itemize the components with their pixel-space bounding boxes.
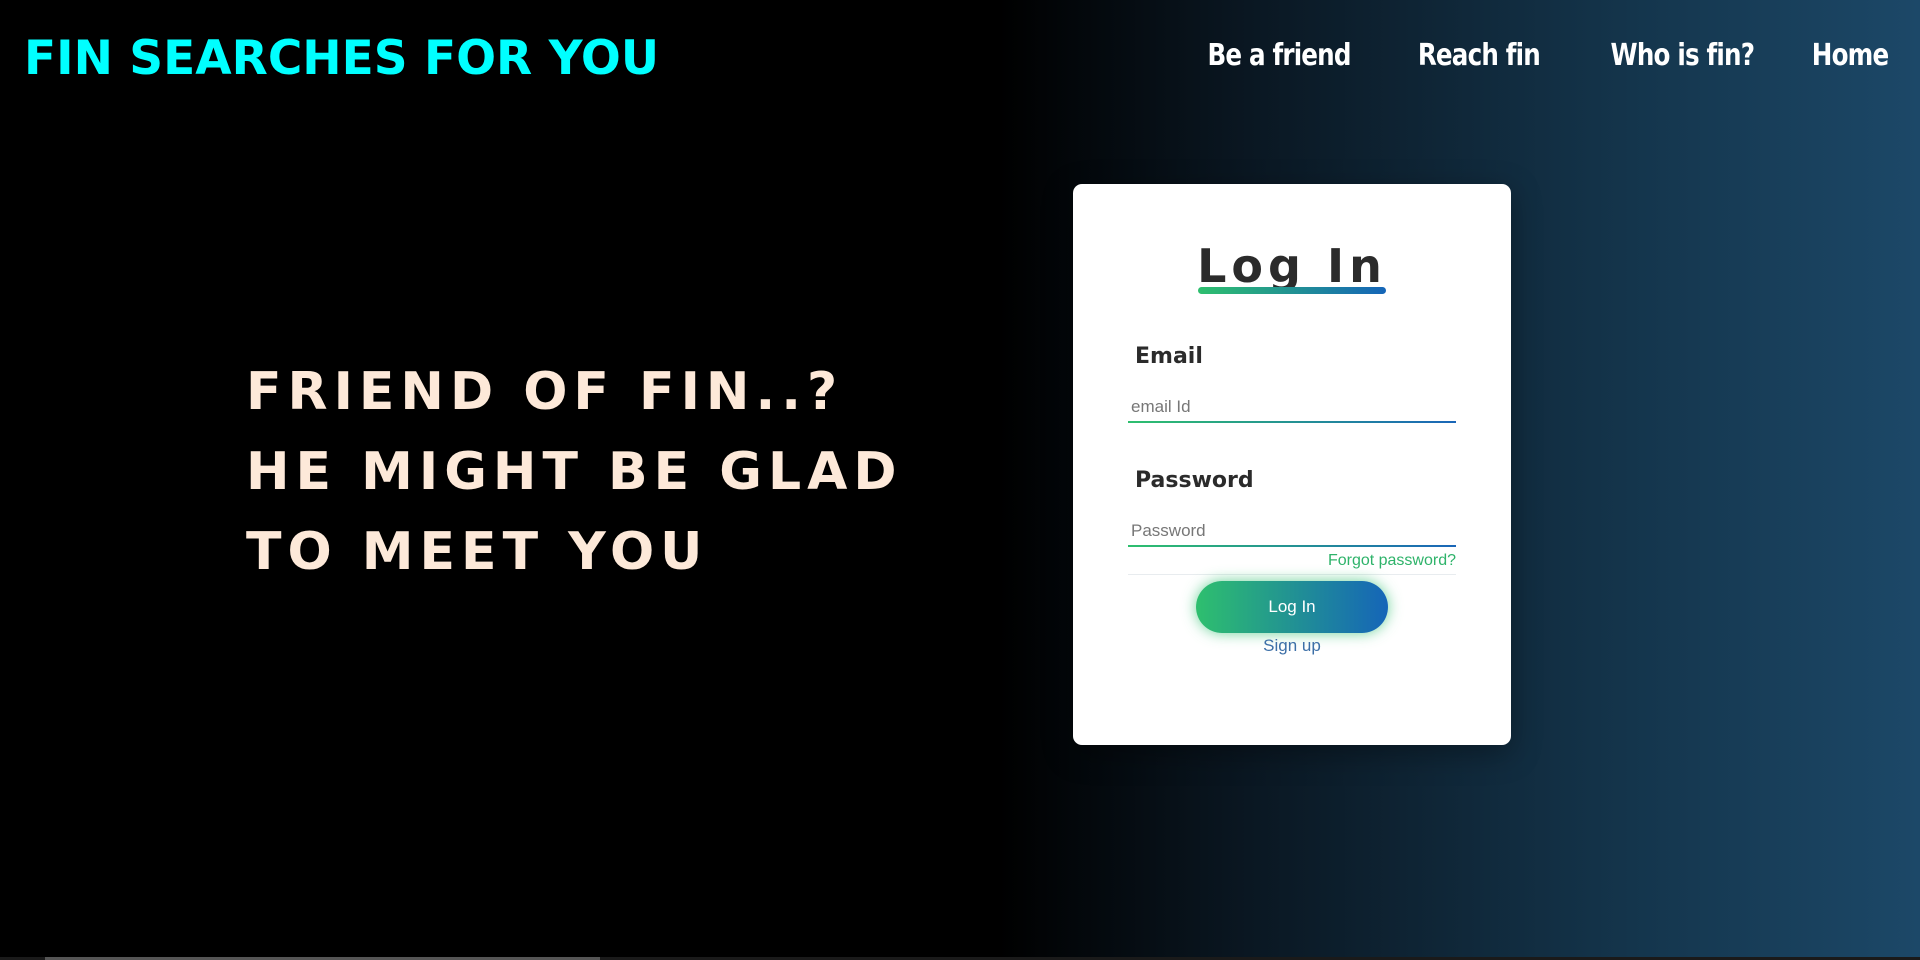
site-title: FIN SEARCHES FOR YOU [24, 31, 660, 86]
login-button[interactable]: Log In [1196, 581, 1388, 633]
signup-link[interactable]: Sign up [1073, 634, 1511, 658]
title-underline [1198, 287, 1386, 294]
hero-line-2: HE MIGHT BE GLAD [246, 442, 903, 502]
password-underline [1128, 545, 1456, 547]
top-nav: Be a friend Reach fin Who is fin? Home [1176, 32, 1889, 80]
email-label: Email [1135, 344, 1203, 369]
hero-line-1: FRIEND OF FIN..? [246, 362, 844, 422]
hero-line-3: TO MEET YOU [246, 522, 709, 582]
password-label: Password [1135, 468, 1254, 493]
password-input[interactable] [1128, 516, 1456, 546]
nav-link-who-is-fin[interactable]: Who is fin? [1611, 32, 1755, 80]
login-card: Log In Email Password Forgot password? L… [1073, 184, 1511, 745]
divider [1128, 574, 1456, 575]
nav-link-reach-fin[interactable]: Reach fin [1417, 32, 1540, 80]
nav-link-be-a-friend[interactable]: Be a friend [1207, 32, 1351, 80]
forgot-password-link[interactable]: Forgot password? [1328, 551, 1456, 571]
email-input[interactable] [1128, 392, 1456, 422]
hero-heading: FRIEND OF FIN..? HE MIGHT BE GLAD TO MEE… [246, 352, 903, 592]
email-underline [1128, 421, 1456, 423]
nav-link-home[interactable]: Home [1811, 32, 1888, 80]
